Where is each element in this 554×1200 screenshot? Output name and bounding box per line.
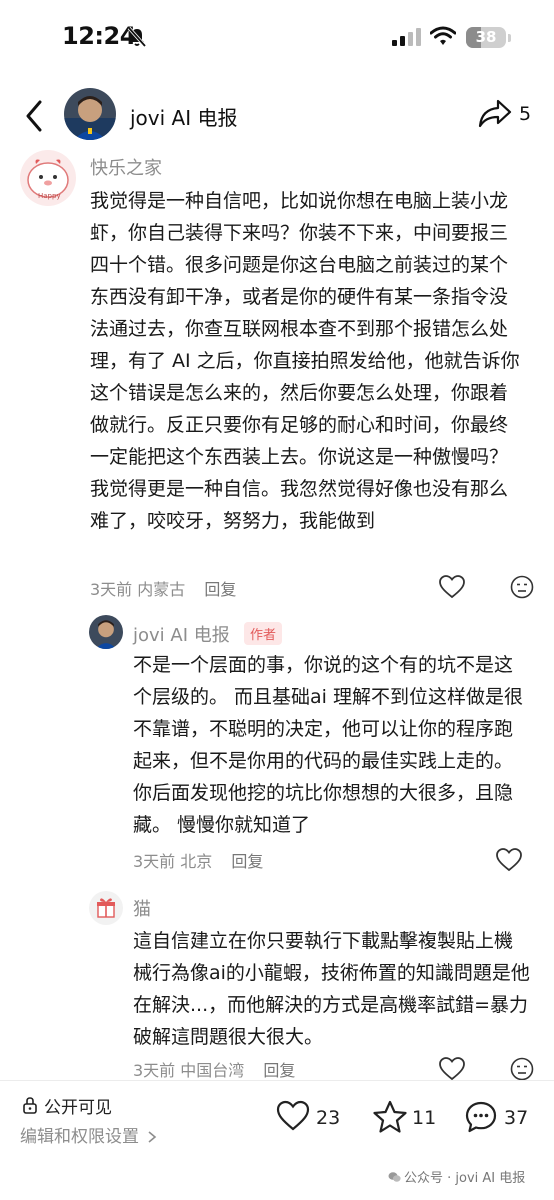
comment-time: 3天前 xyxy=(133,852,176,871)
lock-icon xyxy=(23,1097,37,1114)
comment-icon[interactable] xyxy=(464,1100,498,1134)
header: jovi AI 电报 5 xyxy=(0,80,554,152)
comment-location: 内蒙古 xyxy=(137,580,186,599)
divider xyxy=(0,1080,554,1081)
wechat-icon xyxy=(388,1172,401,1182)
like-icon[interactable] xyxy=(439,575,465,599)
share-icon[interactable] xyxy=(478,98,512,128)
dislike-icon[interactable] xyxy=(510,1057,534,1081)
comment-meta: 3天前 内蒙古 回复 xyxy=(90,576,236,600)
like-count: 23 xyxy=(316,1107,341,1129)
comment-text: 不是一个层面的事，你说的这个有的坑不是这个层级的。 而且基础ai 理解不到位这样… xyxy=(133,654,524,836)
avatar[interactable] xyxy=(64,88,116,140)
gift-icon xyxy=(97,898,115,918)
like-icon[interactable] xyxy=(439,1057,465,1081)
bottom-bar: 公开可见 编辑和权限设置 23 11 37 公众号 · jovi AI 电报 xyxy=(0,1080,554,1200)
watermark-text: 公众号 · jovi AI 电报 xyxy=(404,1171,526,1186)
reply-button[interactable]: 回复 xyxy=(263,1061,295,1080)
star-icon[interactable] xyxy=(372,1100,408,1134)
battery-indicator: 38 xyxy=(466,27,506,48)
avatar[interactable] xyxy=(89,615,123,649)
comment-username[interactable]: 猫 xyxy=(133,895,151,921)
back-icon[interactable] xyxy=(20,96,48,136)
heart-icon[interactable] xyxy=(276,1100,310,1132)
comment-time: 3天前 xyxy=(90,580,133,599)
share-count: 5 xyxy=(519,103,532,125)
chevron-right-icon xyxy=(148,1131,157,1143)
comment-time: 3天前 xyxy=(133,1061,176,1080)
reply-button[interactable]: 回复 xyxy=(204,580,236,599)
page-title: jovi AI 电报 xyxy=(130,106,238,130)
settings-label: 编辑和权限设置 xyxy=(20,1127,139,1147)
author-badge: 作者 xyxy=(244,622,283,645)
comment-text: 我觉得是一种自信吧，比如说你想在电脑上装小龙虾，你自己装得下来吗？你装不下来，中… xyxy=(90,190,520,532)
avatar[interactable] xyxy=(89,891,123,925)
signal-icon xyxy=(392,28,421,46)
comment-username[interactable]: 快乐之家 xyxy=(90,154,162,180)
status-time: 12:24 xyxy=(62,22,136,50)
settings-link[interactable]: 编辑和权限设置 xyxy=(20,1122,158,1147)
bell-muted-icon xyxy=(127,26,147,48)
reply-button[interactable]: 回复 xyxy=(231,852,263,871)
status-bar: 12:24 38 xyxy=(0,0,554,76)
comment-text: 這自信建立在你只要執行下載點擊複製貼上機械行為像ai的小龍蝦，技術佈置的知識問題… xyxy=(133,930,530,1048)
visibility-label: 公开可见 xyxy=(44,1098,112,1118)
wifi-icon xyxy=(430,26,456,45)
avatar[interactable]: Happy xyxy=(20,150,76,206)
favorite-count: 11 xyxy=(412,1107,437,1129)
battery-text: 38 xyxy=(475,28,497,46)
comment-location: 中国台湾 xyxy=(180,1061,245,1080)
comment-username[interactable]: jovi AI 电报 xyxy=(133,621,230,647)
watermark: 公众号 · jovi AI 电报 xyxy=(388,1167,525,1186)
dislike-icon[interactable] xyxy=(510,575,534,599)
comment-meta: 3天前 中国台湾 回复 xyxy=(133,1057,295,1081)
comment-location: 北京 xyxy=(180,852,213,871)
svg-text:Happy: Happy xyxy=(38,192,61,200)
comment-meta: 3天前 北京 回复 xyxy=(133,848,263,872)
comment-count: 37 xyxy=(504,1107,529,1129)
battery-tip xyxy=(508,34,511,42)
like-icon[interactable] xyxy=(496,848,522,872)
